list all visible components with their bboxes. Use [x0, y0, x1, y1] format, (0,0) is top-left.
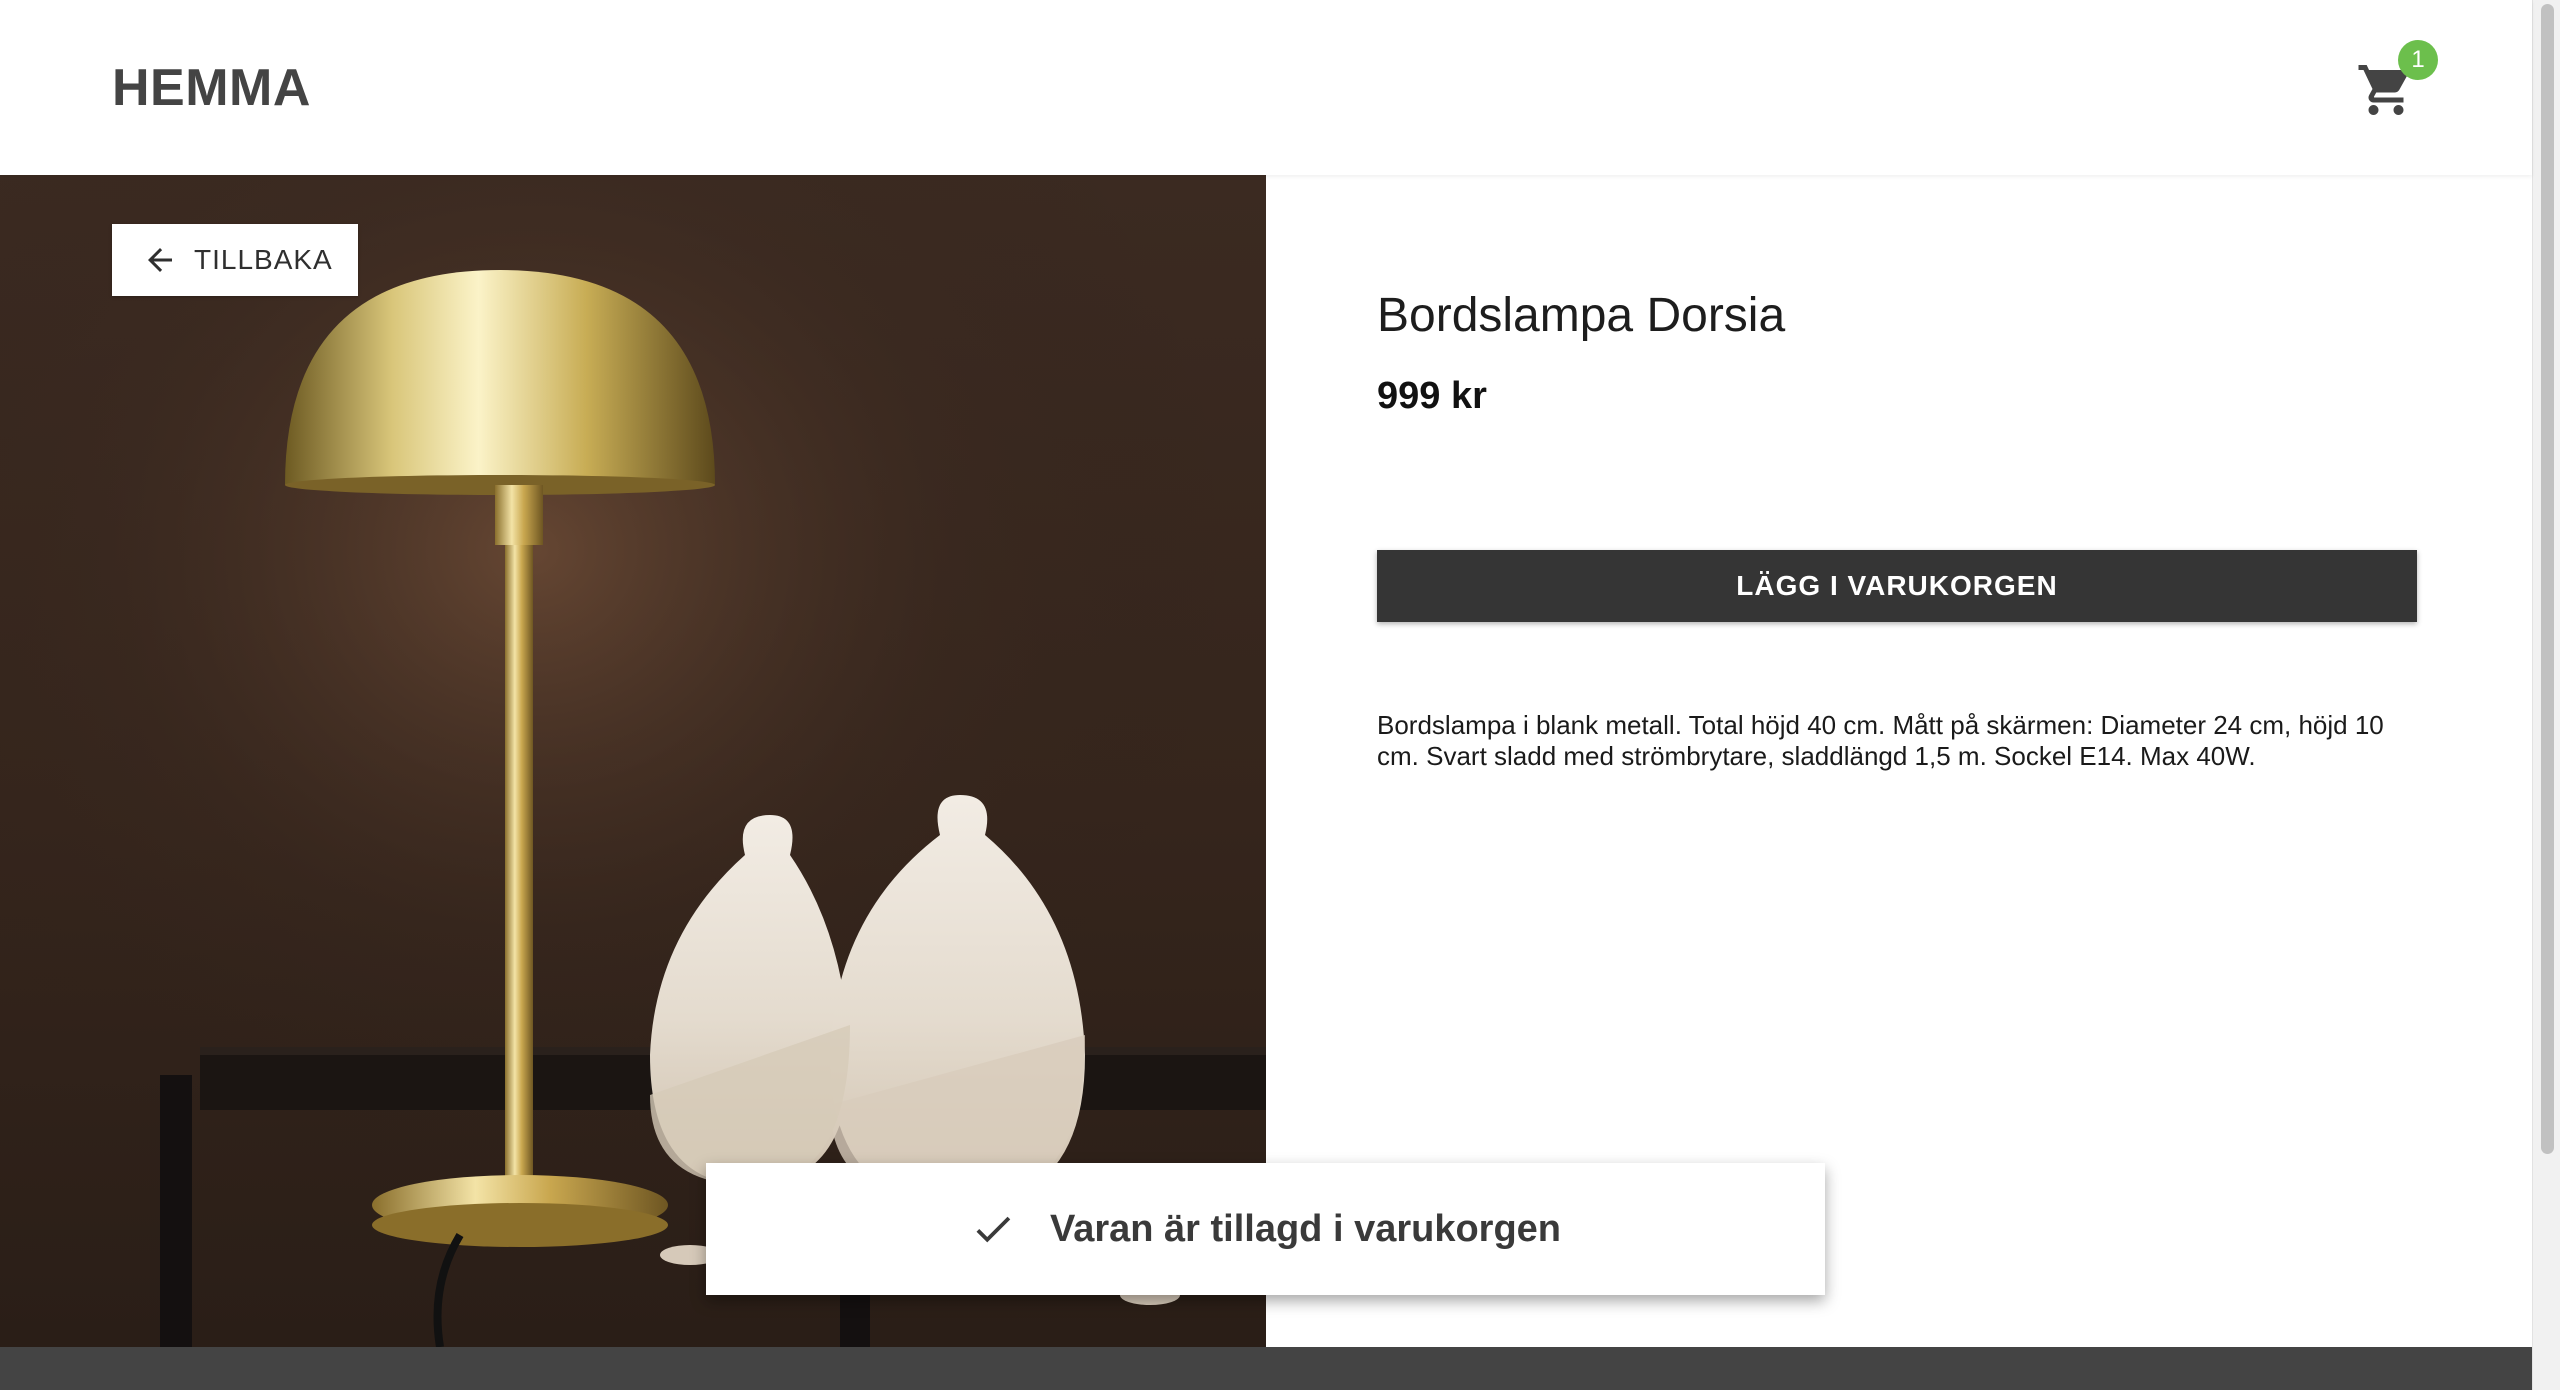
add-to-cart-button[interactable]: LÄGG I VARUKORGEN [1377, 550, 2417, 622]
product-price: 999 kr [1377, 375, 1487, 417]
cart-count-badge: 1 [2398, 40, 2438, 80]
back-button-label: TILLBAKA [194, 244, 333, 275]
page-scrollbar[interactable] [2532, 0, 2560, 1390]
brand-logo[interactable]: HEMMA [112, 58, 311, 118]
snackbar-message: Varan är tillagd i varukorgen [1049, 1207, 1562, 1250]
product-page: HEMMA 1 TILLBAKA Bordslampa Dorsia 999 k… [0, 0, 2560, 1390]
footer-bar [0, 1347, 2532, 1390]
product-title: Bordslampa Dorsia [1377, 289, 1786, 342]
arrow-left-icon [148, 248, 172, 272]
scrollbar-thumb[interactable] [2541, 4, 2554, 1154]
back-button[interactable]: TILLBAKA [112, 224, 358, 296]
site-header: HEMMA 1 [0, 0, 2532, 175]
added-to-cart-snackbar: Varan är tillagd i varukorgen [706, 1163, 1825, 1295]
product-description: Bordslampa i blank metall. Total höjd 40… [1377, 710, 2384, 771]
check-icon [976, 1216, 1011, 1243]
